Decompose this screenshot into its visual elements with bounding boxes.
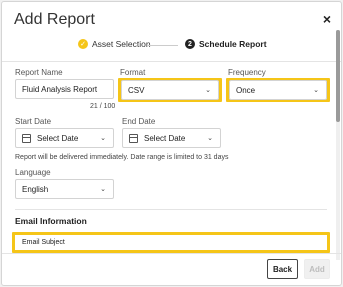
format-value: CSV <box>128 85 145 95</box>
frequency-value: Once <box>236 85 256 95</box>
calendar-icon <box>22 133 31 143</box>
step-schedule-report[interactable]: 2 Schedule Report <box>185 39 267 49</box>
start-date-value: Select Date <box>37 133 79 143</box>
format-select[interactable]: CSV ⌄ <box>121 80 219 100</box>
report-name-value: Fluid Analysis Report <box>22 84 98 94</box>
frequency-select[interactable]: Once ⌄ <box>229 80 327 100</box>
language-label: Language <box>15 168 51 177</box>
language-select[interactable]: English ⌄ <box>15 179 114 199</box>
chevron-down-icon: ⌄ <box>100 186 106 193</box>
end-date-value: Select Date <box>144 133 186 143</box>
divider <box>2 61 341 62</box>
email-subject-input[interactable]: Email Subject <box>15 235 327 250</box>
step-label: Schedule Report <box>199 39 267 49</box>
scrollbar[interactable] <box>336 30 340 260</box>
step-number-icon: 2 <box>185 39 195 49</box>
report-name-input[interactable]: Fluid Analysis Report <box>15 79 114 99</box>
stepper: ✓ Asset Selection 2 Schedule Report <box>2 37 341 59</box>
add-button[interactable]: Add <box>304 259 330 279</box>
email-subject-placeholder: Email Subject <box>22 239 65 246</box>
step-label: Asset Selection <box>92 39 151 49</box>
frequency-label: Frequency <box>228 68 266 77</box>
character-counter: 21 / 100 <box>90 103 116 110</box>
chevron-down-icon: ⌄ <box>313 87 319 94</box>
divider <box>2 253 341 254</box>
chevron-down-icon: ⌄ <box>207 135 213 142</box>
step-connector <box>148 45 178 46</box>
chevron-down-icon: ⌄ <box>205 87 211 94</box>
email-section-title: Email Information <box>15 216 87 226</box>
back-button[interactable]: Back <box>267 259 298 279</box>
start-date-label: Start Date <box>15 117 52 126</box>
delivery-hint: Report will be delivered immediately. Da… <box>15 154 229 161</box>
start-date-picker[interactable]: Select Date ⌄ <box>15 128 114 148</box>
end-date-picker[interactable]: Select Date ⌄ <box>122 128 221 148</box>
add-report-dialog: Add Report × ✓ Asset Selection 2 Schedul… <box>1 1 342 286</box>
divider <box>15 209 327 210</box>
format-label: Format <box>120 68 146 77</box>
end-date-label: End Date <box>122 117 156 126</box>
report-name-label: Report Name <box>15 68 63 77</box>
check-icon: ✓ <box>78 39 88 49</box>
chevron-down-icon: ⌄ <box>100 135 106 142</box>
close-icon[interactable]: × <box>323 11 331 27</box>
calendar-icon <box>129 133 138 143</box>
step-asset-selection[interactable]: ✓ Asset Selection <box>78 39 151 49</box>
scrollbar-thumb[interactable] <box>336 30 340 122</box>
language-value: English <box>22 184 49 194</box>
dialog-title: Add Report <box>14 11 95 28</box>
